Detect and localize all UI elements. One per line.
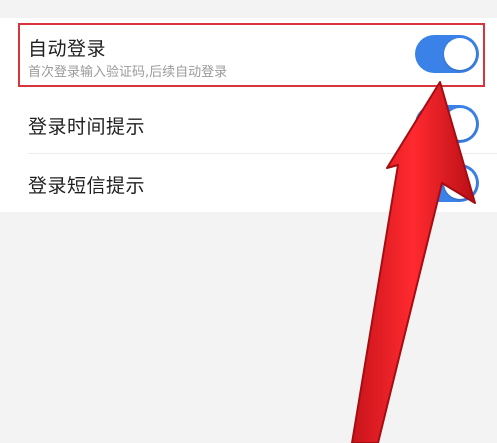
auto-login-title: 自动登录 [28, 38, 107, 60]
auto-login-toggle[interactable] [415, 35, 479, 73]
toggle-knob [444, 108, 476, 140]
login-sms-notice-row[interactable]: 登录短信提示 [0, 154, 497, 212]
login-sms-notice-title: 登录短信提示 [28, 175, 146, 197]
auto-login-row[interactable]: 自动登录 首次登录输入验证码,后续自动登录 [0, 18, 497, 94]
settings-screen: 自动登录 首次登录输入验证码,后续自动登录 登录时间提示 登录短信提示 [0, 0, 497, 443]
top-strip [0, 0, 497, 18]
login-time-notice-toggle[interactable] [415, 105, 479, 143]
toggle-knob [444, 38, 476, 70]
login-time-notice-title: 登录时间提示 [28, 116, 146, 138]
login-settings-card: 自动登录 首次登录输入验证码,后续自动登录 登录时间提示 登录短信提示 [0, 18, 497, 212]
login-sms-notice-toggle[interactable] [415, 164, 479, 202]
auto-login-subtitle: 首次登录输入验证码,后续自动登录 [28, 65, 228, 80]
login-time-notice-row[interactable]: 登录时间提示 [0, 94, 497, 154]
toggle-knob [444, 167, 476, 199]
